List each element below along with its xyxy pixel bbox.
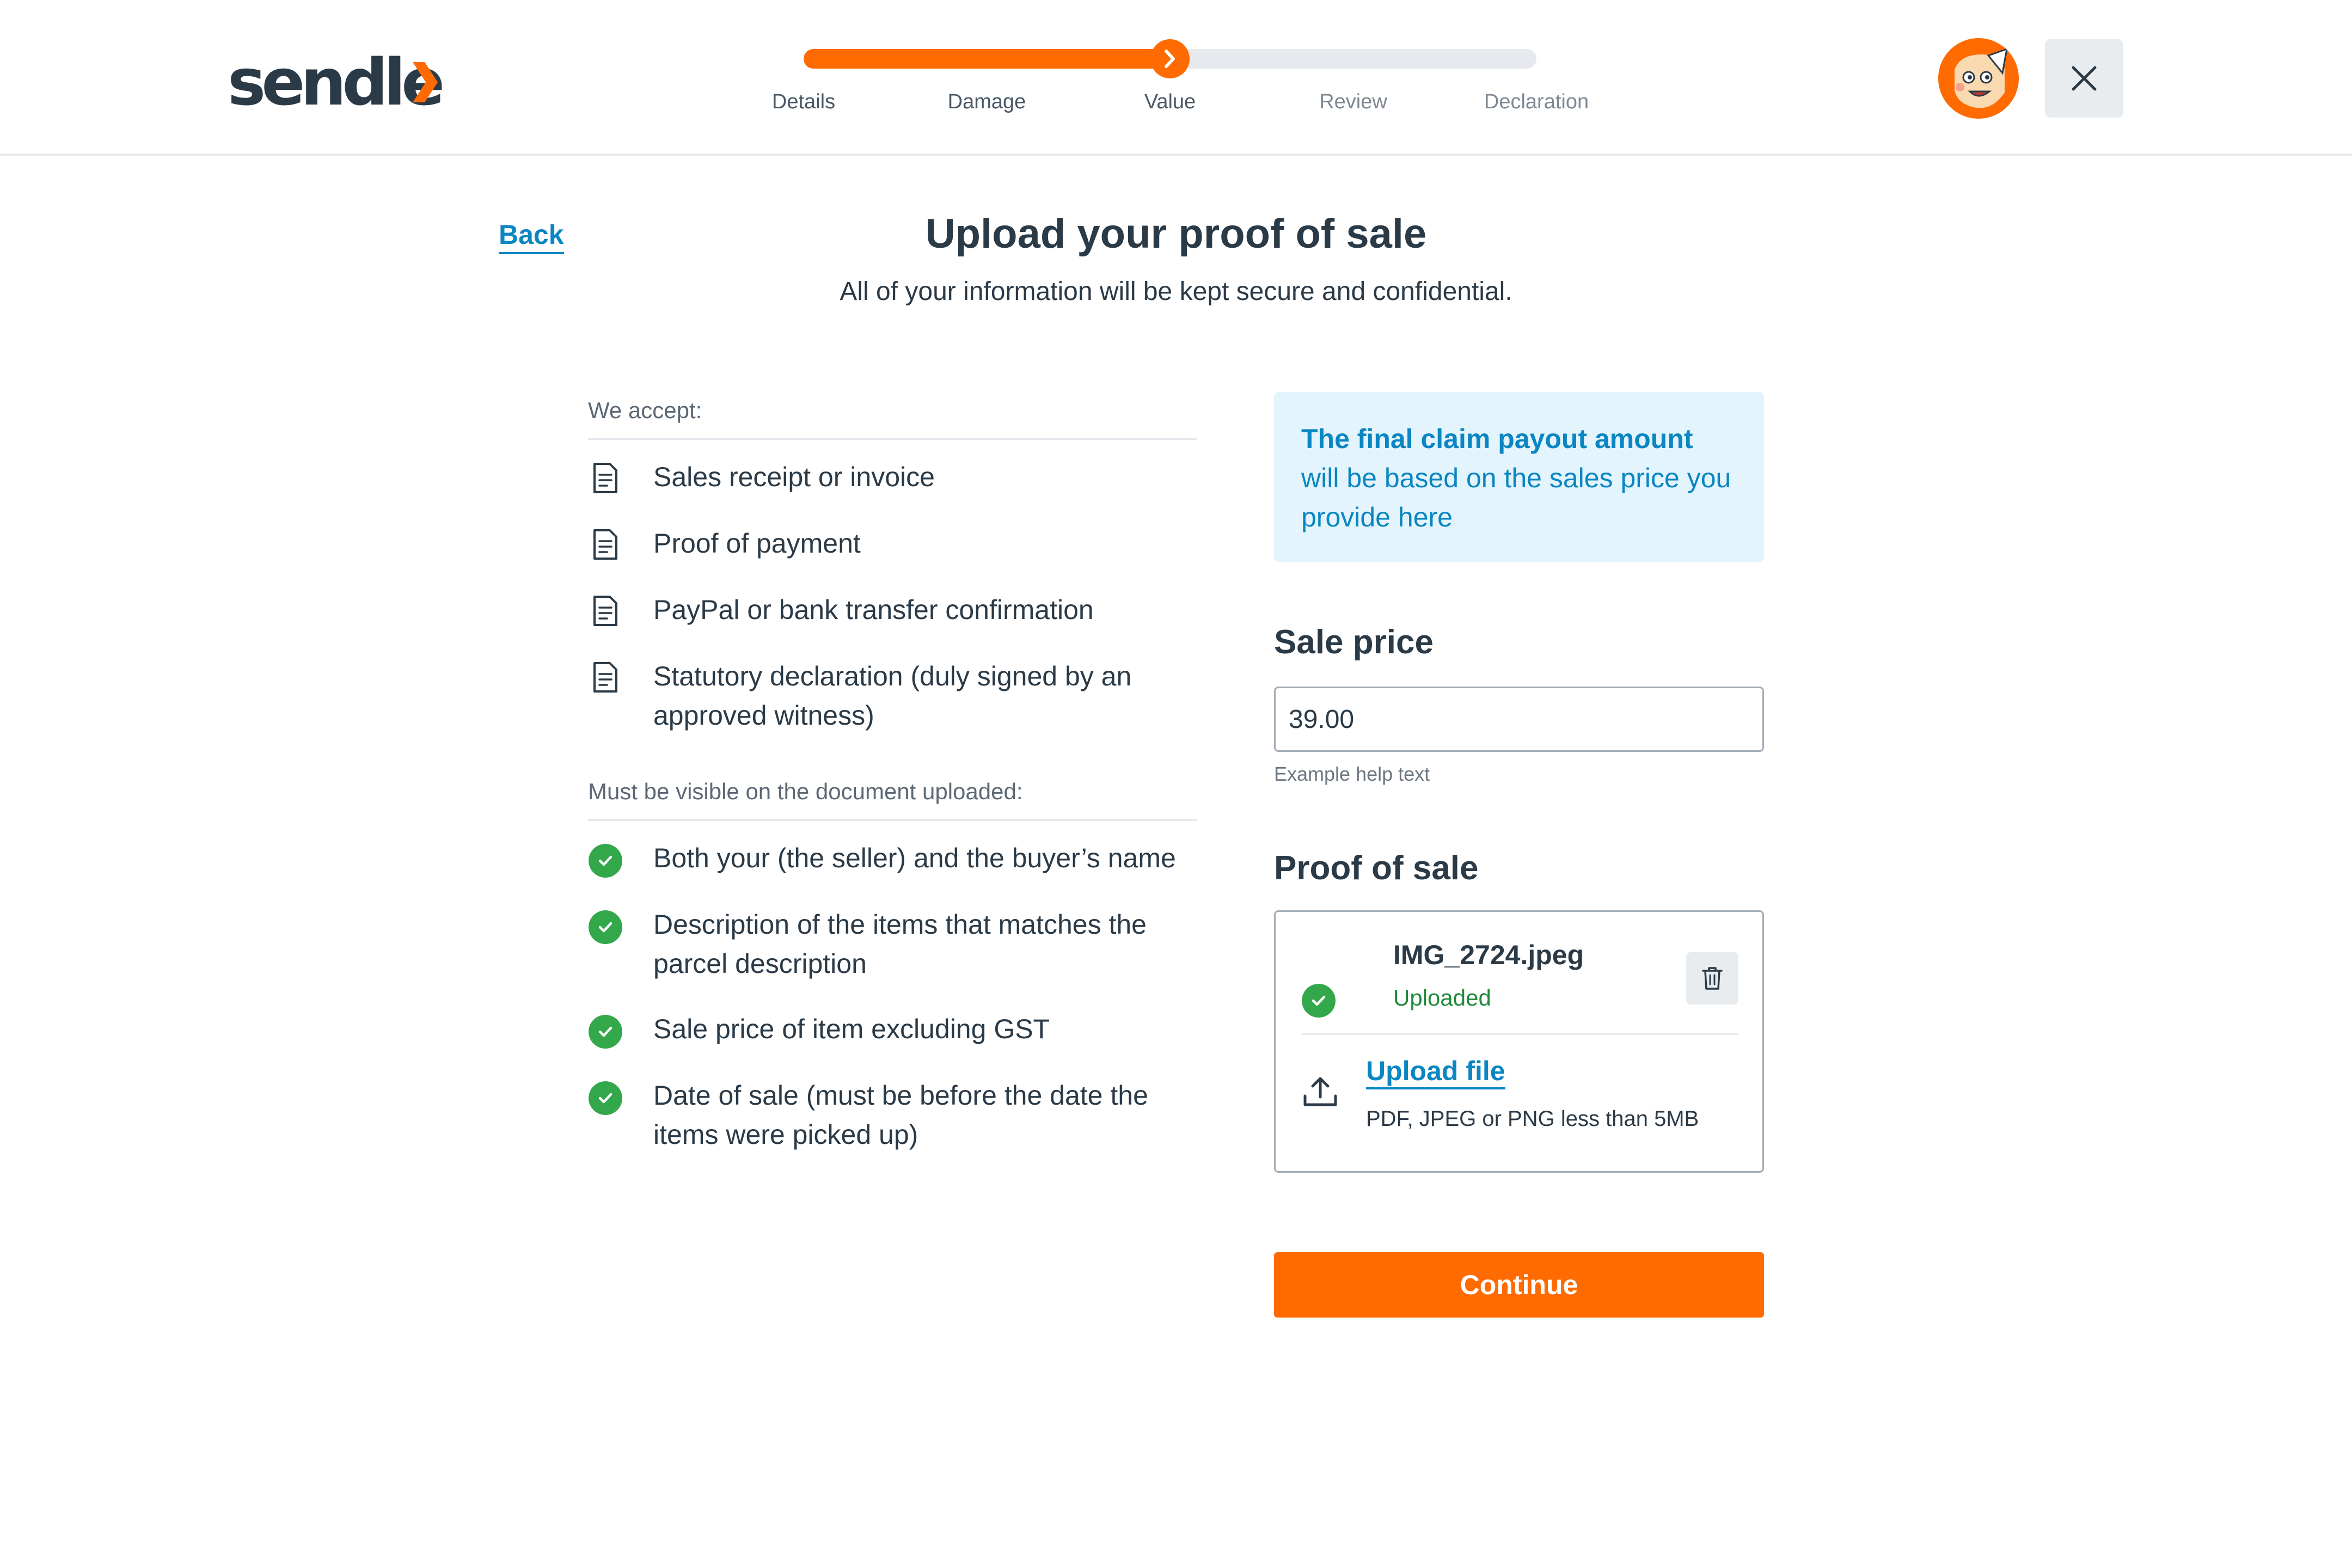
document-icon	[588, 591, 623, 630]
proof-of-sale-label: Proof of sale	[1274, 849, 1479, 887]
list-item: Sales receipt or invoice	[588, 457, 1197, 498]
list-item-text: Sale price of item excluding GST	[653, 1014, 1050, 1044]
file-name: IMG_2724.jpeg	[1393, 940, 1584, 970]
required-details-list: Both your (the seller) and the buyer’s n…	[588, 838, 1197, 1154]
progress-step-value: Value	[1144, 90, 1196, 113]
payout-info-box: The final claim payout amount will be ba…	[1274, 392, 1764, 562]
page-title: Upload your proof of sale	[925, 211, 1427, 257]
uploaded-file-row: IMG_2724.jpeg Uploaded	[1302, 939, 1738, 1035]
sendle-logo[interactable]: sendle	[228, 50, 445, 114]
close-button[interactable]	[2045, 39, 2123, 118]
document-icon	[588, 658, 623, 697]
document-icon	[588, 458, 623, 498]
continue-button[interactable]: Continue	[1274, 1252, 1764, 1318]
progress-bar	[804, 39, 1536, 78]
close-icon	[2072, 66, 2097, 91]
sale-price-label: Sale price	[1274, 623, 1434, 661]
top-bar: sendle Details Damage Value Review Decla…	[0, 0, 2352, 156]
checkmark-icon	[1312, 995, 1326, 1006]
info-bold-text: The final claim payout amount	[1301, 424, 1693, 454]
file-status: Uploaded	[1393, 985, 1491, 1010]
form-column: The final claim payout amount will be ba…	[1274, 392, 1764, 1318]
list-item-text: Both your (the seller) and the buyer’s n…	[653, 843, 1176, 873]
delete-file-button[interactable]	[1686, 952, 1738, 1004]
chevron-right-icon	[1165, 50, 1175, 68]
check-circle-icon	[588, 906, 623, 945]
trash-icon	[1702, 967, 1723, 990]
progress-step-declaration: Declaration	[1484, 90, 1589, 113]
visible-heading: Must be visible on the document uploaded…	[588, 779, 1197, 821]
upload-success-icon	[1302, 984, 1336, 1018]
upload-hint: PDF, JPEG or PNG less than 5MB	[1366, 1107, 1699, 1131]
list-item: Both your (the seller) and the buyer’s n…	[588, 838, 1197, 879]
check-circle-icon	[588, 1077, 623, 1116]
info-text: will be based on the sales price you pro…	[1301, 463, 1731, 532]
list-item-text: Date of sale (must be before the date th…	[653, 1080, 1148, 1150]
sale-price-input[interactable]	[1274, 687, 1764, 752]
file-upload-card: IMG_2724.jpeg Uploaded Upload file PDF, …	[1274, 910, 1764, 1173]
accept-heading: We accept:	[588, 397, 1197, 440]
requirements-column: We accept: Sales receipt or invoice Proof…	[588, 397, 1197, 1180]
list-item: Description of the items that matches th…	[588, 905, 1197, 983]
logo-chevron-icon	[413, 62, 438, 102]
progress-indicator	[1150, 39, 1190, 78]
list-item: Statutory declaration (duly signed by an…	[588, 657, 1197, 735]
avatar[interactable]	[1938, 38, 2019, 119]
avatar-icon	[1938, 38, 2019, 119]
progress-step-details: Details	[771, 90, 836, 113]
list-item-text: Statutory declaration (duly signed by an…	[653, 661, 1132, 731]
list-item-text: PayPal or bank transfer confirmation	[653, 595, 1094, 625]
list-item: Sale price of item excluding GST	[588, 1009, 1197, 1050]
list-item-text: Proof of payment	[653, 528, 861, 559]
check-circle-icon	[588, 840, 623, 879]
list-item: Proof of payment	[588, 524, 1197, 564]
list-item: Date of sale (must be before the date th…	[588, 1076, 1197, 1154]
check-circle-icon	[588, 1010, 623, 1050]
progress-step-review: Review	[1319, 90, 1387, 113]
sale-price-help: Example help text	[1274, 763, 1430, 785]
accepted-documents-list: Sales receipt or invoice Proof of payment…	[588, 457, 1197, 735]
list-item-text: Description of the items that matches th…	[653, 909, 1147, 979]
page-subtitle: All of your information will be kept sec…	[840, 277, 1512, 306]
progress-step-damage: Damage	[947, 90, 1026, 113]
list-item: PayPal or bank transfer confirmation	[588, 590, 1197, 630]
progress-fill	[804, 49, 1180, 69]
upload-icon	[1303, 1077, 1337, 1106]
upload-file-link[interactable]: Upload file	[1366, 1056, 1505, 1089]
document-icon	[588, 525, 623, 564]
list-item-text: Sales receipt or invoice	[653, 462, 935, 492]
